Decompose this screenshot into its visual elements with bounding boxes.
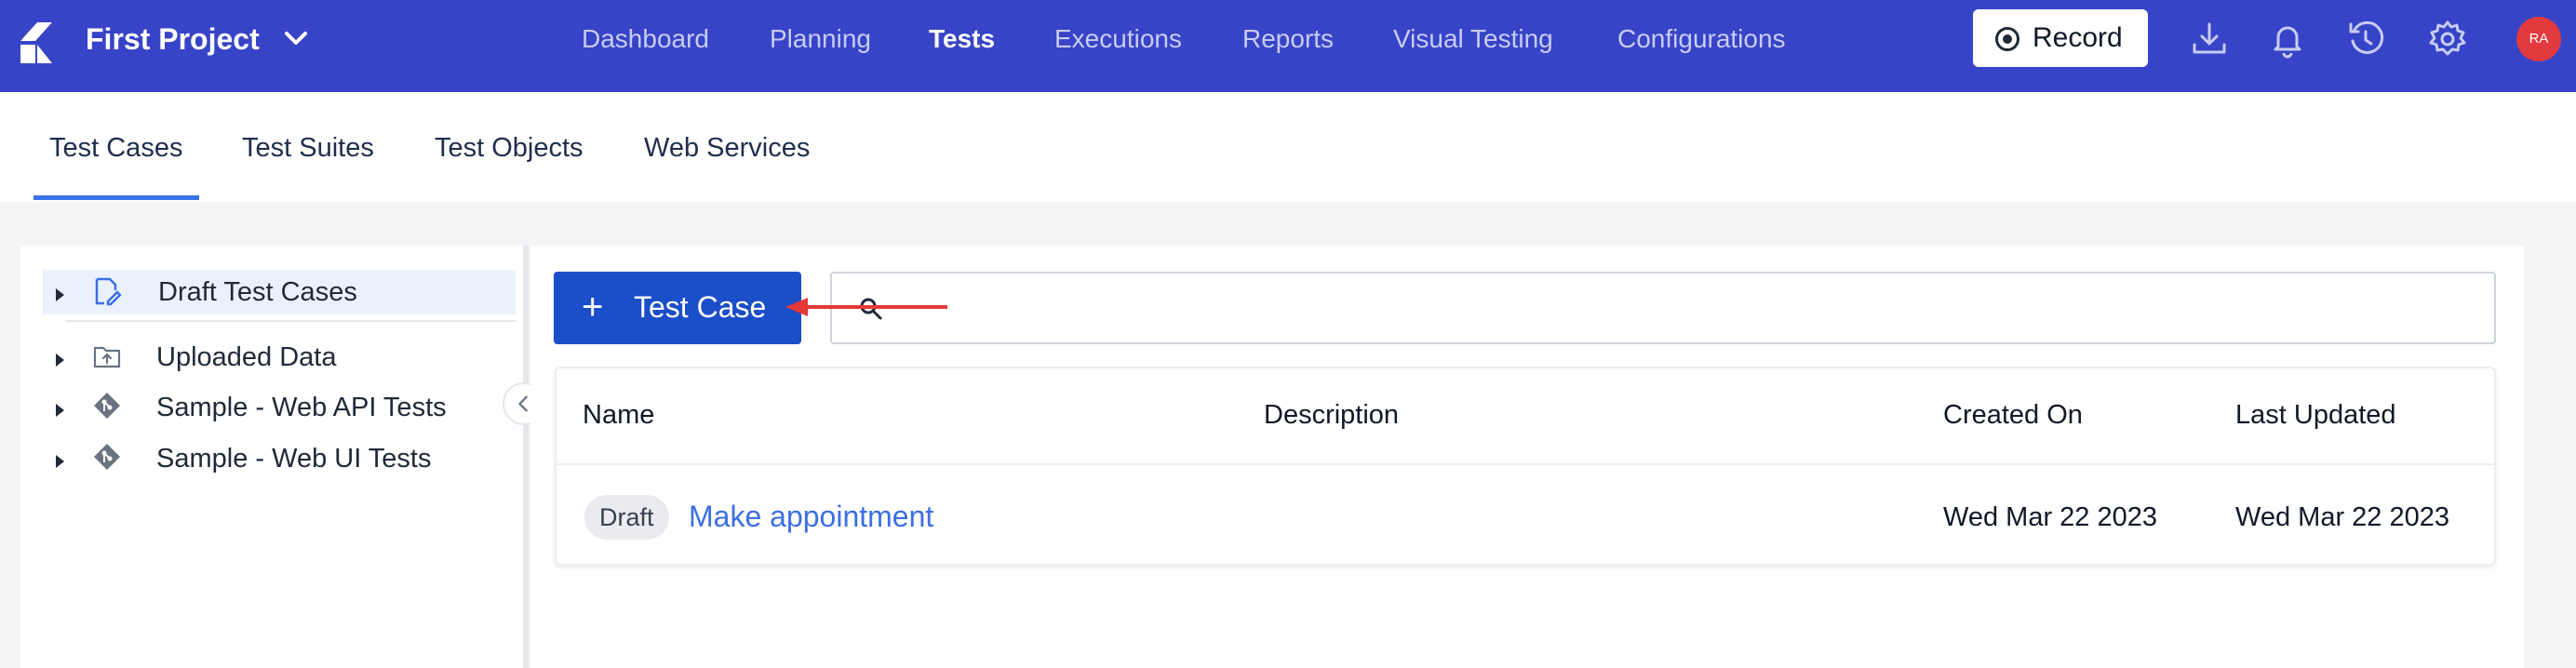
tab-test-cases[interactable]: Test Cases <box>49 129 182 167</box>
test-tree-panel: Draft Test Cases Uploaded Data Sample - … <box>20 246 523 668</box>
record-icon <box>1995 27 2019 51</box>
panel-splitter[interactable] <box>523 246 529 668</box>
sub-tabs: Test Cases Test Suites Test Objects Web … <box>0 92 2576 202</box>
top-bar: First Project Dashboard Planning Tests E… <box>0 0 2576 92</box>
column-header-name[interactable]: Name <box>583 396 654 434</box>
tree-item-label: Draft Test Cases <box>158 277 357 307</box>
created-on-cell: Wed Mar 22 2023 <box>1943 502 2157 532</box>
column-header-last-updated[interactable]: Last Updated <box>2235 396 2396 434</box>
git-diamond-icon <box>94 444 120 470</box>
tree-item-draft-test-cases[interactable]: Draft Test Cases <box>43 270 516 314</box>
active-tab-indicator <box>34 195 199 200</box>
test-case-link[interactable]: Make appointment <box>689 496 933 537</box>
record-label: Record <box>2033 22 2123 53</box>
project-name[interactable]: First Project <box>86 19 260 60</box>
folder-upload-icon <box>93 346 121 368</box>
tree-item-sample-web-ui-tests[interactable]: Sample - Web UI Tests <box>43 436 516 481</box>
chevron-down-icon[interactable] <box>279 24 313 52</box>
annotation-arrow <box>785 298 947 316</box>
nav-tests[interactable]: Tests <box>929 19 995 60</box>
tree-item-label: Sample - Web API Tests <box>156 393 447 422</box>
download-icon[interactable] <box>2189 19 2230 60</box>
git-diamond-icon <box>94 393 120 419</box>
test-case-table: Name Description Created On Last Updated… <box>555 367 2496 566</box>
nav-dashboard[interactable]: Dashboard <box>582 19 709 60</box>
search-input[interactable] <box>830 272 2496 344</box>
tree-item-label: Sample - Web UI Tests <box>156 444 432 474</box>
tree-divider <box>65 320 516 322</box>
nav-planning[interactable]: Planning <box>770 19 871 60</box>
status-badge: Draft <box>584 495 669 540</box>
caret-right-icon[interactable] <box>56 288 64 301</box>
column-header-created-on[interactable]: Created On <box>1943 396 2083 434</box>
caret-right-icon[interactable] <box>56 354 64 367</box>
record-button[interactable]: Record <box>1973 9 2148 67</box>
header-divider <box>557 463 2494 465</box>
nav-configurations[interactable]: Configurations <box>1617 19 1786 60</box>
tree-item-label: Uploaded Data <box>156 342 337 372</box>
avatar[interactable]: RA <box>2516 17 2561 61</box>
tab-web-services[interactable]: Web Services <box>644 129 810 167</box>
last-updated-cell: Wed Mar 22 2023 <box>2235 502 2449 532</box>
column-header-description[interactable]: Description <box>1264 396 1399 434</box>
katalon-logo-icon[interactable] <box>17 20 54 65</box>
caret-right-icon[interactable] <box>56 404 64 417</box>
history-icon[interactable] <box>2345 19 2386 60</box>
gear-icon[interactable] <box>2427 19 2468 60</box>
add-test-case-label: Test Case <box>634 290 767 324</box>
plus-icon: + <box>582 287 604 327</box>
bell-icon[interactable] <box>2267 19 2308 60</box>
tab-test-suites[interactable]: Test Suites <box>242 129 374 167</box>
caret-right-icon[interactable] <box>56 455 64 468</box>
add-test-case-button[interactable]: + Test Case <box>554 272 801 344</box>
nav-executions[interactable]: Executions <box>1054 19 1182 60</box>
tab-test-objects[interactable]: Test Objects <box>435 129 584 167</box>
draft-edit-icon <box>95 277 122 306</box>
tree-item-sample-web-api-tests[interactable]: Sample - Web API Tests <box>43 385 516 430</box>
tree-item-uploaded-data[interactable]: Uploaded Data <box>43 335 516 380</box>
nav-visual-testing[interactable]: Visual Testing <box>1393 19 1553 60</box>
nav-reports[interactable]: Reports <box>1242 19 1334 60</box>
